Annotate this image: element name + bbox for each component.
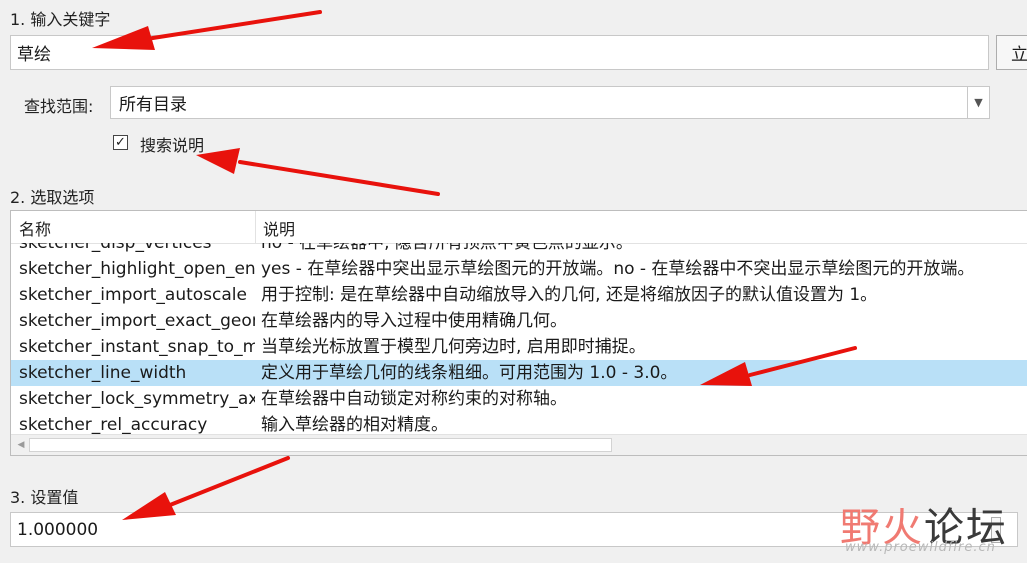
annotation-arrow-row	[748, 346, 857, 377]
annotation-arrowhead-checkbox	[196, 148, 240, 174]
annotation-arrows	[92, 10, 857, 520]
annotation-arrowhead-row	[700, 362, 752, 386]
annotation-arrow-keyword	[138, 10, 322, 42]
annotation-arrowhead-keyword	[92, 26, 155, 50]
annotation-arrow-value	[168, 456, 290, 507]
annotation-arrowhead-value	[122, 492, 176, 520]
annotation-arrow-checkbox	[238, 160, 440, 196]
